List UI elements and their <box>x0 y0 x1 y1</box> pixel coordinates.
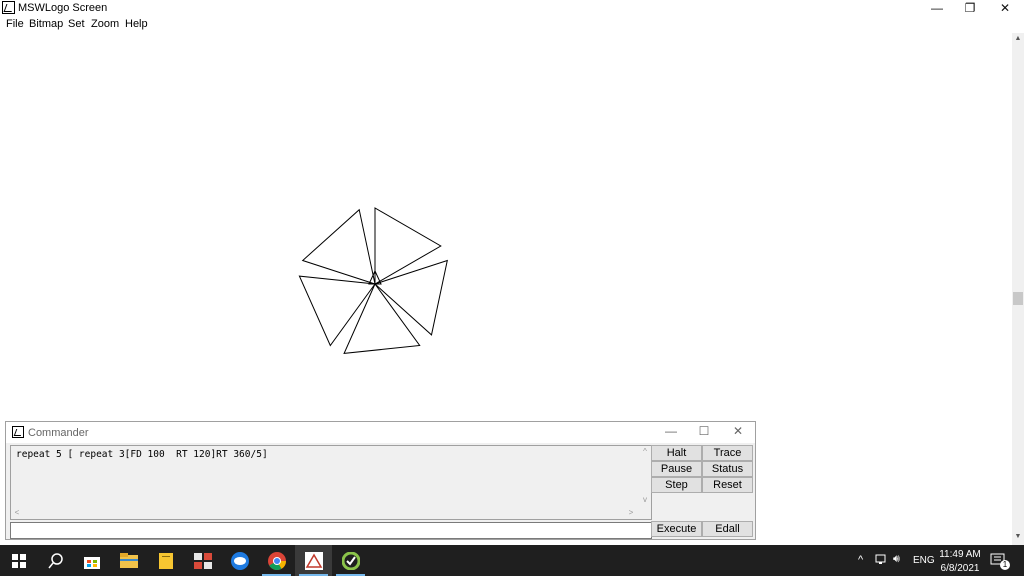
title-bar: MSWLogo Screen — ❐ ✕ <box>0 0 1024 17</box>
app-icon <box>193 552 212 569</box>
commander-icon <box>12 426 24 438</box>
step-button[interactable]: Step <box>651 477 702 493</box>
triangle-stroke <box>298 275 376 347</box>
taskbar-chrome[interactable] <box>258 545 295 576</box>
start-button[interactable] <box>0 545 37 576</box>
notification-badge: 1 <box>1000 560 1010 570</box>
language-indicator[interactable]: ENG <box>913 555 935 566</box>
taskbar-file-explorer[interactable] <box>110 545 147 576</box>
commander-title-bar: Commander — ☐ ✕ <box>6 422 755 443</box>
taskbar-zalo[interactable] <box>221 545 258 576</box>
close-button[interactable]: ✕ <box>988 0 1022 17</box>
reset-button[interactable]: Reset <box>702 477 753 493</box>
chevron-right-icon[interactable]: > <box>625 507 637 519</box>
menu-zoom[interactable]: Zoom <box>91 18 119 30</box>
clock-date[interactable]: 6/8/2021 <box>938 563 982 574</box>
minimize-button[interactable]: — <box>920 0 954 17</box>
scroll-up-icon[interactable]: ▲ <box>1012 35 1024 45</box>
window-title: MSWLogo Screen <box>18 2 108 14</box>
chevron-up-icon[interactable]: ^ <box>639 446 651 458</box>
sticky-notes-icon <box>158 552 173 569</box>
command-input[interactable] <box>10 522 652 539</box>
restore-button[interactable]: ❐ <box>953 0 987 17</box>
history-line[interactable]: repeat 5 [ repeat 3[FD 100 RT 120]RT 360… <box>16 449 268 460</box>
commander-minimize-button[interactable]: — <box>656 424 686 441</box>
trace-button[interactable]: Trace <box>702 445 753 461</box>
store-icon <box>83 556 100 569</box>
scroll-thumb[interactable] <box>1013 292 1023 305</box>
search-button[interactable] <box>37 545 74 576</box>
commander-close-button[interactable]: ✕ <box>723 424 753 441</box>
menu-set[interactable]: Set <box>68 18 85 30</box>
mswlogo-icon <box>304 551 323 570</box>
execute-button[interactable]: Execute <box>651 521 702 537</box>
taskbar-app[interactable] <box>184 545 221 576</box>
taskbar: ^ 🔊︎ ENG 11:49 AM 6/8/2021 1 <box>0 545 1024 576</box>
status-button[interactable]: Status <box>702 461 753 477</box>
vertical-scrollbar[interactable]: ▲ ▼ <box>1012 33 1024 545</box>
triangle-stroke <box>343 283 421 354</box>
chevron-up-icon[interactable]: ^ <box>858 554 863 566</box>
taskbar-mswlogo[interactable] <box>295 545 332 576</box>
halt-button[interactable]: Halt <box>651 445 702 461</box>
pause-button[interactable]: Pause <box>651 461 702 477</box>
scroll-down-icon[interactable]: ▼ <box>1012 533 1024 543</box>
app-green-icon <box>341 551 360 570</box>
edall-button[interactable]: Edall <box>702 521 753 537</box>
taskbar-sticky-notes[interactable] <box>147 545 184 576</box>
chevron-down-icon[interactable]: v <box>639 494 651 506</box>
triangle-stroke <box>301 208 376 285</box>
chrome-icon <box>267 551 286 570</box>
mswlogo-icon <box>2 1 15 14</box>
commander-maximize-button[interactable]: ☐ <box>689 424 719 441</box>
history-vertical-scrollbar[interactable]: ^ v <box>639 446 651 508</box>
zalo-icon <box>230 551 249 570</box>
clock-time[interactable]: 11:49 AM <box>938 549 982 560</box>
start-icon <box>11 553 26 568</box>
search-icon <box>47 552 63 568</box>
taskbar-app-green[interactable] <box>332 545 369 576</box>
triangle-stroke <box>374 259 448 336</box>
menu-help[interactable]: Help <box>125 18 148 30</box>
menu-bar: File Bitmap Set Zoom Help <box>0 17 1024 33</box>
commander-title: Commander <box>28 427 89 439</box>
taskbar-store[interactable] <box>73 545 110 576</box>
commander-window: Commander — ☐ ✕ repeat 5 [ repeat 3[FD 1… <box>5 421 756 540</box>
command-history[interactable]: repeat 5 [ repeat 3[FD 100 RT 120]RT 360… <box>10 445 652 520</box>
chevron-left-icon[interactable]: < <box>11 507 23 519</box>
file-explorer-icon <box>119 553 138 568</box>
menu-file[interactable]: File <box>6 18 24 30</box>
volume-icon[interactable]: 🔊︎ <box>893 553 900 566</box>
triangle-stroke <box>374 207 442 285</box>
network-icon[interactable] <box>875 553 889 568</box>
history-horizontal-scrollbar[interactable]: < > <box>11 507 639 519</box>
menu-bitmap[interactable]: Bitmap <box>29 18 63 30</box>
